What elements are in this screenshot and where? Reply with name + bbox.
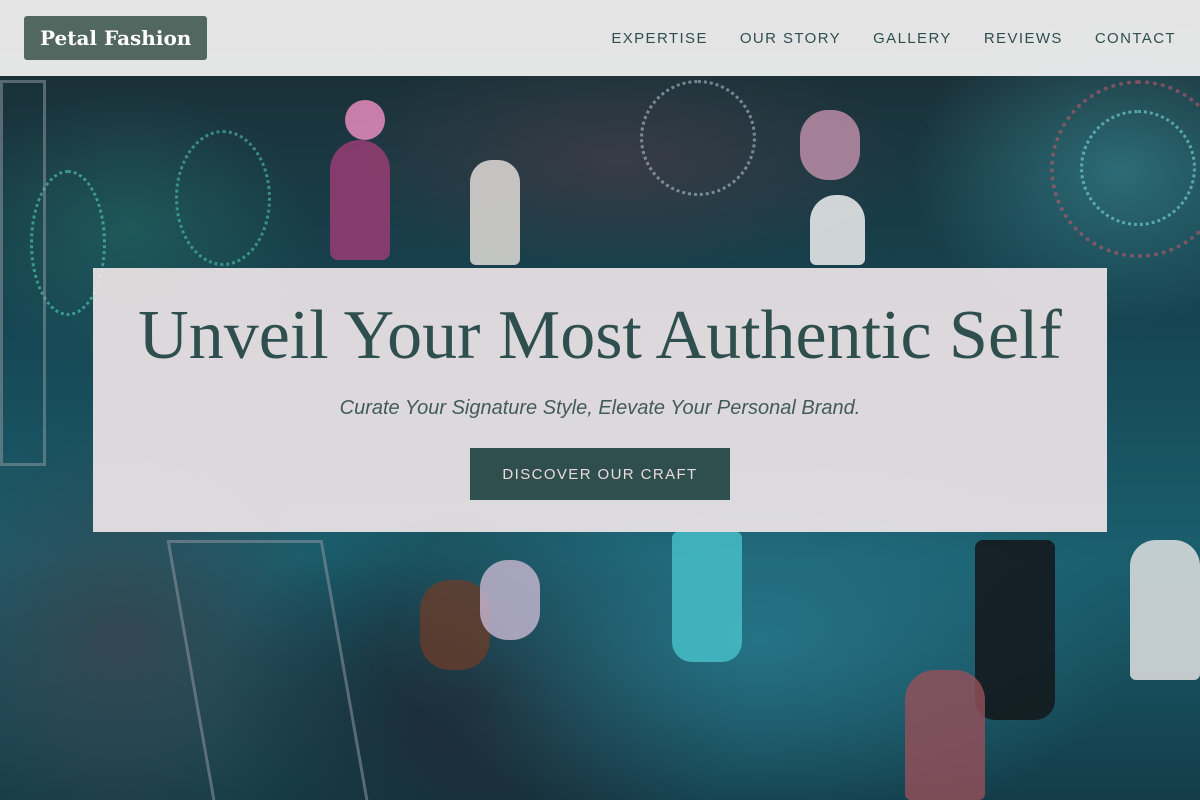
hero-title: Unveil Your Most Authentic Self <box>138 297 1062 374</box>
site-header: Petal Fashion EXPERTISE OUR STORY GALLER… <box>0 0 1200 76</box>
nav-link-reviews[interactable]: REVIEWS <box>984 30 1063 47</box>
nav-link-contact[interactable]: CONTACT <box>1095 30 1176 47</box>
main-nav: EXPERTISE OUR STORY GALLERY REVIEWS CONT… <box>611 0 1176 76</box>
hero-subtitle: Curate Your Signature Style, Elevate You… <box>339 397 861 419</box>
page: Petal Fashion EXPERTISE OUR STORY GALLER… <box>0 0 1200 800</box>
logo[interactable]: Petal Fashion <box>24 16 208 60</box>
nav-link-gallery[interactable]: GALLERY <box>873 30 952 47</box>
discover-our-craft-button[interactable]: DISCOVER OUR CRAFT <box>470 448 730 500</box>
nav-link-expertise[interactable]: EXPERTISE <box>611 30 708 47</box>
hero-panel: Unveil Your Most Authentic Self Curate Y… <box>93 268 1107 532</box>
nav-link-our-story[interactable]: OUR STORY <box>740 30 841 47</box>
